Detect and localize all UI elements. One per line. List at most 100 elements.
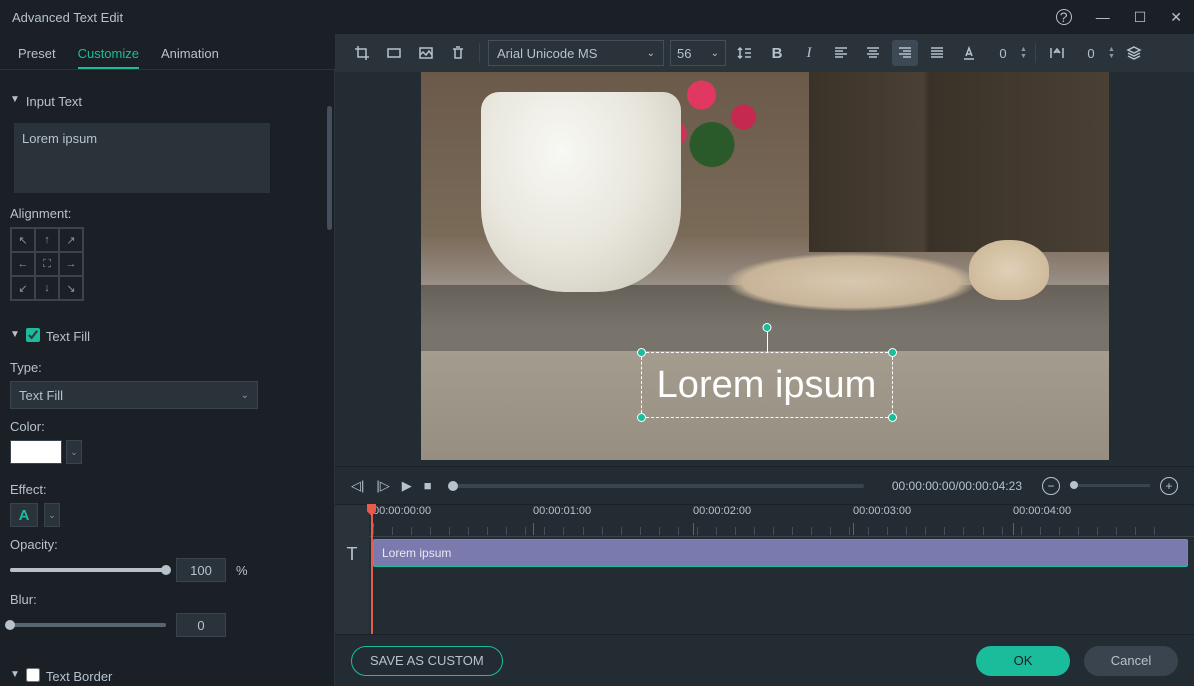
align-justify-icon[interactable] [924, 40, 950, 66]
font-name: Arial Unicode MS [497, 46, 597, 61]
type-label: Type: [10, 360, 316, 375]
char-spacing-icon[interactable] [1044, 40, 1070, 66]
align-tl[interactable]: ↖ [11, 228, 35, 252]
aspect-icon[interactable] [381, 40, 407, 66]
align-bl[interactable]: ↙ [11, 276, 35, 300]
spinner-2-input[interactable] [1076, 46, 1106, 61]
align-tc[interactable]: ↑ [35, 228, 59, 252]
save-custom-button[interactable]: SAVE AS CUSTOM [351, 646, 503, 676]
timeline-ruler[interactable]: 00:00:00:00 00:00:01:00 00:00:02:00 00:00:0… [369, 505, 1194, 537]
close-icon[interactable]: ✕ [1170, 9, 1182, 26]
maximize-icon[interactable]: ☐ [1134, 9, 1147, 26]
window-controls: ? — ☐ ✕ [1056, 9, 1182, 26]
layers-icon[interactable] [1121, 40, 1147, 66]
progress-bar[interactable] [448, 484, 864, 488]
align-tr[interactable]: ↗ [59, 228, 83, 252]
footer: SAVE AS CUSTOM OK Cancel [335, 634, 1194, 686]
stop-button[interactable]: ■ [424, 478, 432, 493]
tab-customize[interactable]: Customize [78, 42, 139, 69]
ruler-tick: 00:00:01:00 [533, 505, 591, 517]
spinner-2[interactable]: ▲▼ [1076, 46, 1115, 61]
minimize-icon[interactable]: — [1096, 9, 1110, 25]
next-frame-button[interactable]: |▷ [376, 478, 389, 494]
playhead[interactable] [371, 505, 373, 634]
align-br[interactable]: ↘ [59, 276, 83, 300]
prev-frame-button[interactable]: ◁| [351, 478, 364, 494]
ruler-tick: 00:00:03:00 [853, 505, 911, 517]
caret-down-icon: ▼ [10, 329, 20, 340]
alignment-label: Alignment: [10, 206, 316, 221]
image-icon[interactable] [413, 40, 439, 66]
opacity-input[interactable] [176, 558, 226, 582]
play-button[interactable]: ▶ [402, 478, 412, 494]
effect-swatch[interactable]: A [10, 503, 38, 527]
text-fill-checkbox[interactable] [26, 328, 40, 342]
cancel-button[interactable]: Cancel [1084, 646, 1178, 676]
tab-animation[interactable]: Animation [161, 42, 219, 69]
zoom-in-button[interactable]: + [1160, 477, 1178, 495]
help-icon[interactable]: ? [1056, 9, 1072, 25]
line-height-icon[interactable] [732, 40, 758, 66]
handle-br[interactable] [888, 413, 897, 422]
ruler-tick: 00:00:00:00 [373, 505, 431, 517]
timeline-main[interactable]: 00:00:00:00 00:00:01:00 00:00:02:00 00:00:0… [369, 505, 1194, 634]
font-family-select[interactable]: Arial Unicode MS ⌄ [488, 40, 664, 66]
effect-dropdown[interactable]: ⌄ [44, 503, 60, 527]
align-left-icon[interactable] [828, 40, 854, 66]
align-ml[interactable]: ← [11, 252, 35, 276]
handle-tr[interactable] [888, 348, 897, 357]
text-input[interactable]: Lorem ipsum [14, 123, 270, 193]
timecode: 00:00:00:00/00:00:04:23 [892, 479, 1022, 493]
handle-bl[interactable] [637, 413, 646, 422]
effect-label: Effect: [10, 482, 316, 497]
color-dropdown[interactable]: ⌄ [66, 440, 82, 464]
type-value: Text Fill [19, 388, 63, 403]
rotate-handle[interactable] [762, 323, 771, 332]
spinner-1-input[interactable] [988, 46, 1018, 61]
bold-button[interactable]: B [764, 40, 790, 66]
align-bc[interactable]: ↓ [35, 276, 59, 300]
ruler-tick: 00:00:02:00 [693, 505, 751, 517]
delete-icon[interactable] [445, 40, 471, 66]
section-input-text[interactable]: ▼ Input Text [10, 84, 316, 115]
spinner-1[interactable]: ▲▼ [988, 46, 1027, 61]
align-mc[interactable]: ⛶ [35, 252, 59, 276]
section-text-border[interactable]: ▼ Text Border [10, 659, 316, 686]
opacity-slider[interactable] [10, 568, 166, 572]
blur-slider[interactable] [10, 623, 166, 627]
opacity-label: Opacity: [10, 537, 316, 552]
align-mr[interactable]: → [59, 252, 83, 276]
align-center-icon[interactable] [860, 40, 886, 66]
blur-label: Blur: [10, 592, 316, 607]
text-color-icon[interactable] [956, 40, 982, 66]
canvas[interactable]: Lorem ipsum [421, 72, 1109, 460]
color-swatch[interactable] [10, 440, 62, 464]
align-right-icon[interactable] [892, 40, 918, 66]
blur-input[interactable] [176, 613, 226, 637]
type-dropdown[interactable]: Text Fill ⌄ [10, 381, 258, 409]
color-label: Color: [10, 419, 316, 434]
ok-button[interactable]: OK [976, 646, 1070, 676]
caret-down-icon: ▼ [10, 94, 20, 105]
text-selection-box[interactable]: Lorem ipsum [641, 352, 893, 418]
text-track-icon[interactable]: T [335, 537, 369, 571]
tab-preset[interactable]: Preset [18, 42, 56, 69]
scrollbar[interactable] [327, 70, 332, 686]
sidebar-tabs: Preset Customize Animation [0, 34, 335, 70]
zoom-out-button[interactable]: − [1042, 477, 1060, 495]
input-text-header-label: Input Text [26, 94, 82, 109]
text-clip[interactable]: Lorem ipsum [373, 539, 1188, 567]
toolbar: Arial Unicode MS ⌄ 56 ⌄ B I ▲▼ ▲ [335, 34, 1194, 72]
zoom-slider[interactable] [1070, 484, 1150, 487]
crop-icon[interactable] [349, 40, 375, 66]
text-border-checkbox[interactable] [26, 668, 40, 682]
overlay-text[interactable]: Lorem ipsum [657, 364, 877, 407]
italic-button[interactable]: I [796, 40, 822, 66]
section-text-fill[interactable]: ▼ Text Fill [10, 319, 316, 350]
font-size-select[interactable]: 56 ⌄ [670, 40, 726, 66]
timeline: T 00:00:00:0000:00:01:0000:00:02:0000:00… [335, 504, 1194, 634]
titlebar: Advanced Text Edit ? — ☐ ✕ [0, 0, 1194, 34]
window-title: Advanced Text Edit [12, 10, 123, 25]
handle-tl[interactable] [637, 348, 646, 357]
ruler-tick: 00:00:04:00 [1013, 505, 1071, 517]
